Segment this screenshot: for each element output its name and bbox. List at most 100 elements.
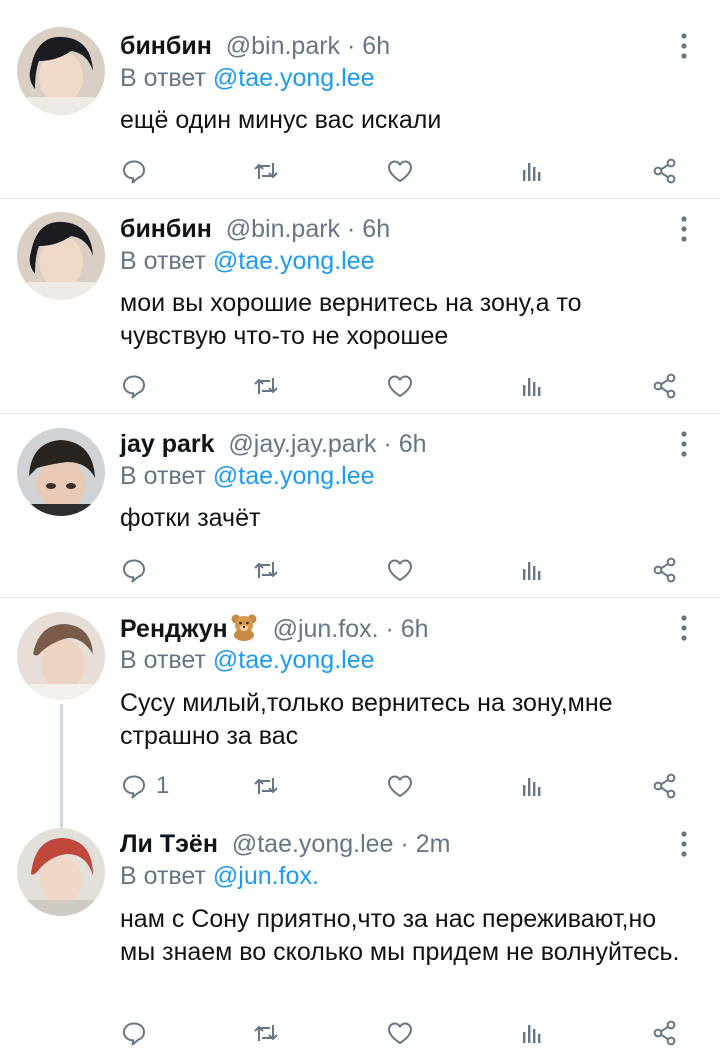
like-icon — [388, 559, 412, 581]
stats-icon — [523, 378, 541, 396]
share-icon — [653, 557, 676, 583]
action-bar — [0, 555, 720, 585]
avatar[interactable] — [17, 828, 105, 916]
reply-icon — [123, 1022, 145, 1046]
tweet-text: нам с Сону приятно,что за нас переживают… — [120, 905, 680, 966]
tweet-header: бинбин @bin.park · 6h — [120, 214, 390, 244]
timestamp[interactable]: 6h — [362, 32, 390, 60]
stats-icon — [523, 778, 541, 796]
user-handle[interactable]: @jay.jay.park — [228, 430, 376, 458]
share-button[interactable] — [651, 156, 679, 186]
more-vertical-icon — [681, 216, 687, 242]
timestamp[interactable]: 2m — [416, 830, 451, 858]
like-button[interactable] — [386, 156, 414, 186]
more-vertical-icon — [681, 431, 687, 457]
tweet-4[interactable]: Ренджун @jun.fox. · 6h В ответ @tae.yong… — [0, 598, 720, 814]
mention-link[interactable]: @tae.yong.lee — [213, 646, 375, 674]
like-button[interactable] — [386, 371, 414, 401]
reply-button[interactable] — [120, 1018, 156, 1048]
reply-icon — [123, 775, 145, 799]
reply-button[interactable] — [120, 156, 156, 186]
more-options-button[interactable] — [672, 214, 696, 244]
more-options-button[interactable] — [672, 613, 696, 643]
mention-link[interactable]: @tae.yong.lee — [213, 64, 375, 92]
display-name[interactable]: Ли Тэён — [120, 830, 218, 858]
tweet-2[interactable]: бинбин @bin.park · 6h В ответ @tae.yong.… — [0, 199, 720, 413]
reply-count: 1 — [156, 772, 170, 799]
stats-button[interactable] — [518, 1018, 546, 1048]
reply-icon — [123, 160, 145, 184]
mention-link[interactable]: @jun.fox. — [213, 862, 319, 890]
action-bar — [0, 371, 720, 401]
reply-button[interactable] — [120, 371, 156, 401]
stats-button[interactable] — [518, 771, 546, 801]
stats-button[interactable] — [518, 555, 546, 585]
reply-button[interactable] — [120, 555, 156, 585]
tweet-text: фотки зачёт — [120, 504, 261, 532]
reply-context: В ответ @jun.fox. — [120, 861, 319, 891]
retweet-icon — [254, 778, 278, 794]
more-options-button[interactable] — [672, 829, 696, 859]
stats-button[interactable] — [518, 371, 546, 401]
user-handle[interactable]: @jun.fox. — [273, 615, 379, 643]
separator-dot: · — [347, 215, 356, 243]
share-button[interactable] — [651, 371, 679, 401]
timestamp[interactable]: 6h — [399, 430, 427, 458]
more-vertical-icon — [681, 615, 687, 641]
reply-prefix: В ответ — [120, 247, 206, 275]
display-name[interactable]: бинбин — [120, 32, 212, 60]
more-vertical-icon — [681, 831, 687, 857]
timestamp[interactable]: 6h — [401, 615, 429, 643]
share-button[interactable] — [651, 555, 679, 585]
tweet-5[interactable]: Ли Тэён @tae.yong.lee · 2m В ответ @jun.… — [0, 814, 720, 1050]
display-name[interactable]: jay park — [120, 430, 215, 458]
stats-icon — [523, 163, 541, 181]
mention-link[interactable]: @tae.yong.lee — [213, 462, 375, 490]
display-name[interactable]: бинбин — [120, 215, 212, 243]
display-name[interactable]: Ренджун — [120, 615, 228, 643]
retweet-button[interactable] — [252, 555, 280, 585]
reply-prefix: В ответ — [120, 862, 206, 890]
separator-dot: · — [385, 615, 394, 643]
avatar[interactable] — [17, 212, 105, 300]
user-handle[interactable]: @bin.park — [226, 215, 340, 243]
tweet-header: Ренджун @jun.fox. · 6h — [120, 613, 429, 648]
like-button[interactable] — [386, 771, 414, 801]
reply-context: В ответ @tae.yong.lee — [120, 461, 375, 491]
tweet-1[interactable]: бинбин @bin.park · 6h В ответ @tae.yong.… — [0, 0, 720, 198]
like-icon — [388, 775, 412, 797]
share-icon — [653, 773, 676, 799]
avatar[interactable] — [17, 27, 105, 115]
like-button[interactable] — [386, 555, 414, 585]
stats-button[interactable] — [518, 156, 546, 186]
avatar[interactable] — [17, 428, 105, 516]
timestamp[interactable]: 6h — [362, 215, 390, 243]
more-options-button[interactable] — [672, 429, 696, 459]
share-button[interactable] — [651, 1018, 679, 1048]
action-bar: 1 — [0, 771, 720, 801]
separator-dot: · — [400, 830, 409, 858]
retweet-icon — [254, 1025, 278, 1041]
retweet-button[interactable] — [252, 771, 280, 801]
retweet-button[interactable] — [252, 1018, 280, 1048]
user-handle[interactable]: @bin.park — [226, 32, 340, 60]
more-options-button[interactable] — [672, 31, 696, 61]
mention-link[interactable]: @tae.yong.lee — [213, 247, 375, 275]
share-button[interactable] — [651, 771, 679, 801]
user-handle[interactable]: @tae.yong.lee — [232, 830, 394, 858]
avatar[interactable] — [17, 612, 105, 700]
like-button[interactable] — [386, 1018, 414, 1048]
stats-icon — [523, 562, 541, 580]
more-vertical-icon — [681, 33, 687, 59]
separator-dot: · — [347, 32, 356, 60]
like-icon — [388, 160, 412, 182]
reply-button[interactable]: 1 — [120, 771, 169, 801]
tweet-3[interactable]: jay park @jay.jay.park · 6h В ответ @tae… — [0, 414, 720, 597]
tweet-text: Сусу милый,только вернитесь на зону,мне … — [120, 689, 613, 750]
reply-prefix: В ответ — [120, 462, 206, 490]
tweet-header: jay park @jay.jay.park · 6h — [120, 429, 427, 459]
retweet-button[interactable] — [252, 371, 280, 401]
teddy-bear-emoji — [229, 613, 259, 648]
retweet-button[interactable] — [252, 156, 280, 186]
stats-icon — [523, 1025, 541, 1043]
